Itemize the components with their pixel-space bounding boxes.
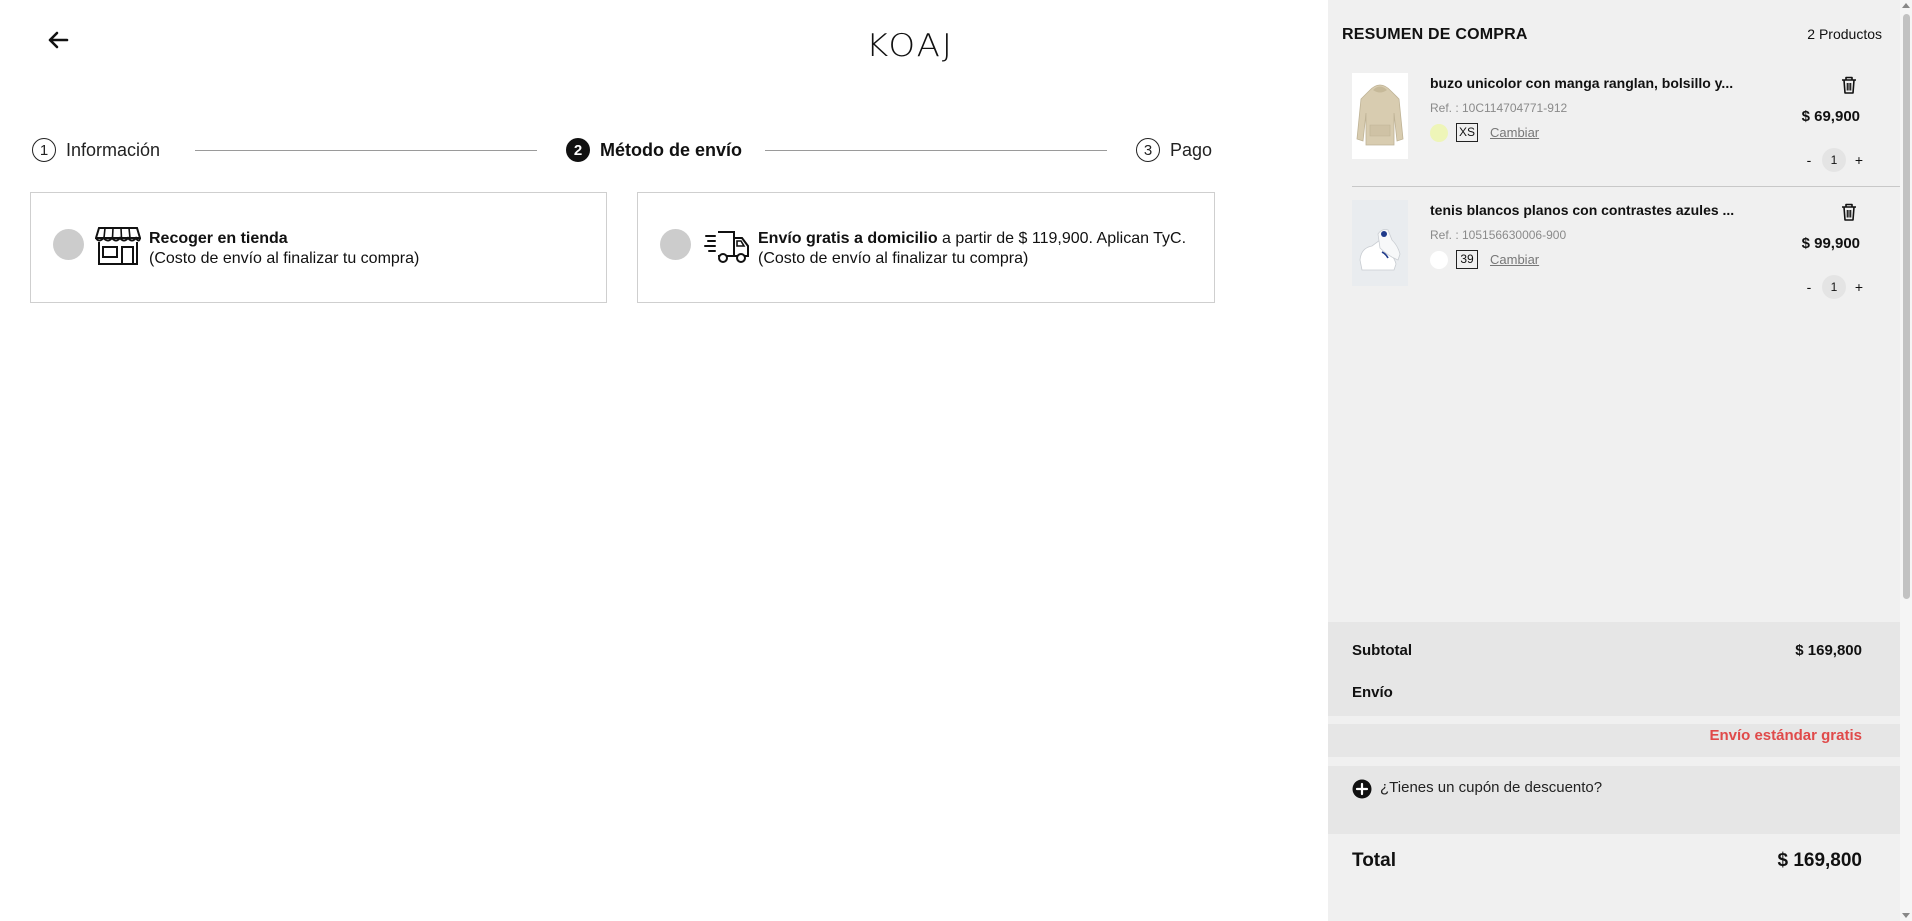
shipping-label: Envío: [1352, 684, 1393, 701]
decrease-qty-button[interactable]: -: [1802, 152, 1816, 168]
quantity-stepper: - 1 +: [1802, 148, 1866, 172]
checkout-stepper: 1 Información 2 Método de envío 3 Pago: [32, 136, 1212, 164]
cart-item: tenis blancos planos con contrastes azul…: [1352, 200, 1900, 318]
shipping-option-store-pickup[interactable]: Recoger en tienda (Costo de envío al fin…: [30, 192, 607, 303]
step-label: Pago: [1170, 139, 1213, 160]
shipping-row: Envío: [1352, 684, 1862, 701]
checkout-main: KOAJ 1 Información 2 Método de envío 3 P…: [0, 0, 1328, 921]
home-delivery-radio[interactable]: [660, 229, 691, 260]
step-connector: [195, 150, 537, 151]
option-title: Envío gratis a domicilio: [758, 230, 938, 247]
increase-qty-button[interactable]: +: [1852, 152, 1866, 168]
purchase-summary: RESUMEN DE COMPRA 2 Productos buzo unico…: [1328, 0, 1900, 921]
size-badge: 39: [1456, 250, 1478, 269]
hoodie-image: [1352, 73, 1408, 159]
product-ref: Ref. : 10C114704771-912: [1430, 101, 1568, 115]
sidebar-scrollbar[interactable]: [1900, 0, 1912, 921]
step-label: Método de envío: [600, 139, 743, 160]
change-variant-link[interactable]: Cambiar: [1490, 125, 1539, 140]
color-swatch: [1430, 124, 1448, 142]
cart-item: buzo unicolor con manga ranglan, bolsill…: [1352, 73, 1900, 191]
product-price: $ 69,900: [1801, 108, 1860, 125]
increase-qty-button[interactable]: +: [1852, 279, 1866, 295]
product-ref: Ref. : 105156630006-900: [1430, 228, 1567, 242]
summary-title: RESUMEN DE COMPRA: [1342, 26, 1528, 43]
option-note: (Costo de envío al finalizar tu compra): [758, 250, 1029, 267]
total-label: Total: [1352, 850, 1396, 871]
product-image[interactable]: [1352, 73, 1408, 159]
step-number: 3: [1136, 138, 1160, 162]
step-label: Información: [66, 139, 161, 160]
home-delivery-text: Envío gratis a domicilio a partir de $ 1…: [758, 229, 1186, 269]
size-badge: XS: [1456, 123, 1479, 142]
arrow-left-icon: [48, 31, 69, 49]
store-pickup-radio[interactable]: [53, 229, 84, 260]
store-pickup-text: Recoger en tienda (Costo de envío al fin…: [149, 229, 419, 269]
step-connector: [765, 150, 1107, 151]
back-button[interactable]: [44, 26, 72, 54]
option-title: Recoger en tienda: [149, 230, 288, 247]
quantity-value: 1: [1822, 148, 1846, 172]
shipping-option-home-delivery[interactable]: Envío gratis a domicilio a partir de $ 1…: [637, 192, 1215, 303]
product-price: $ 99,900: [1801, 235, 1860, 252]
brand-logo[interactable]: KOAJ: [866, 28, 954, 65]
product-name[interactable]: tenis blancos planos con contrastes azul…: [1430, 202, 1750, 218]
change-variant-link[interactable]: Cambiar: [1490, 252, 1539, 267]
plus-circle-icon: [1352, 779, 1372, 799]
store-icon: [95, 227, 141, 265]
quantity-value: 1: [1822, 275, 1846, 299]
step-number: 2: [566, 138, 590, 162]
scroll-up-arrow[interactable]: [1902, 3, 1910, 8]
step-number: 1: [32, 138, 56, 162]
subtotal-label: Subtotal: [1352, 642, 1412, 659]
scroll-down-arrow[interactable]: [1902, 913, 1910, 918]
trash-icon[interactable]: [1840, 75, 1858, 95]
item-divider: [1352, 186, 1900, 187]
subtotal-row: Subtotal $ 169,800: [1352, 642, 1862, 659]
option-note: (Costo de envío al finalizar tu compra): [149, 250, 420, 267]
trash-icon[interactable]: [1840, 202, 1858, 222]
decrease-qty-button[interactable]: -: [1802, 279, 1816, 295]
free-shipping-row: Envío estándar gratis: [1328, 724, 1900, 757]
total-row: Total $ 169,800: [1352, 850, 1862, 872]
totals-panel: Subtotal $ 169,800 Envío: [1328, 622, 1900, 716]
product-count: 2 Productos: [1807, 26, 1882, 42]
step-information[interactable]: 1 Información: [32, 136, 160, 164]
quantity-stepper: - 1 +: [1802, 275, 1866, 299]
free-shipping-text: Envío estándar gratis: [1709, 727, 1862, 744]
sneakers-image: [1352, 200, 1408, 286]
scroll-thumb[interactable]: [1903, 14, 1910, 599]
option-conditions: a partir de $ 119,900. Aplican TyC.: [937, 230, 1187, 247]
product-image[interactable]: [1352, 200, 1408, 286]
coupon-toggle[interactable]: ¿Tienes un cupón de descuento?: [1328, 766, 1900, 834]
product-name[interactable]: buzo unicolor con manga ranglan, bolsill…: [1430, 75, 1750, 91]
coupon-text: ¿Tienes un cupón de descuento?: [1380, 779, 1603, 796]
color-swatch: [1430, 251, 1448, 269]
total-value: $ 169,800: [1777, 850, 1862, 871]
step-payment[interactable]: 3 Pago: [1136, 136, 1212, 164]
subtotal-value: $ 169,800: [1795, 642, 1862, 659]
step-shipping-method[interactable]: 2 Método de envío: [566, 136, 742, 164]
delivery-truck-icon: [704, 231, 749, 263]
